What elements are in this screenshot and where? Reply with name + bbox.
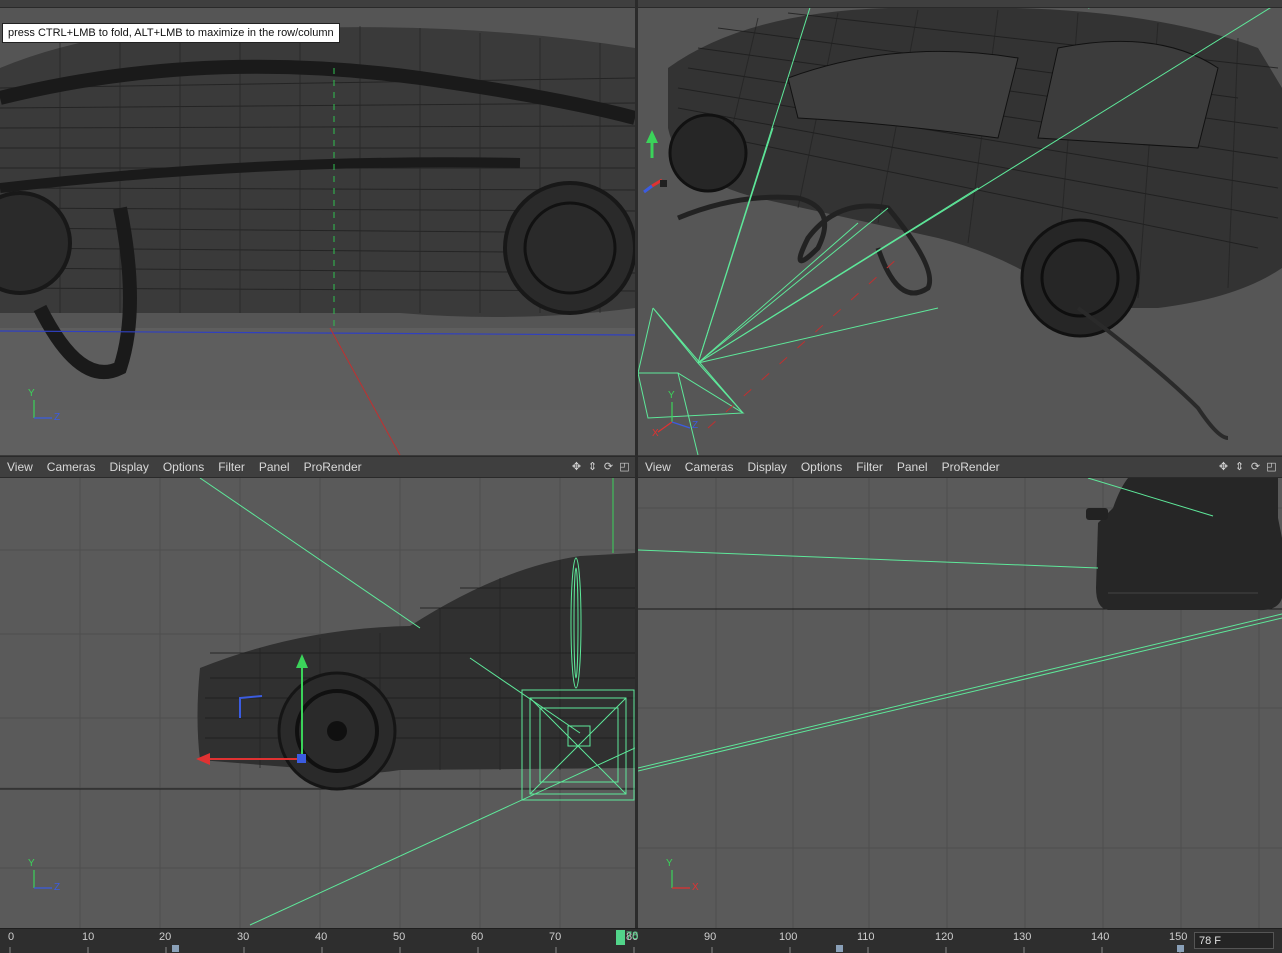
axis-gizmo-bottom-left: Y Z xyxy=(28,858,68,901)
timeline[interactable]: 0 10 20 30 40 50 60 70 80 90 100 110 120… xyxy=(0,928,1282,953)
menu-options[interactable]: Options xyxy=(794,460,849,474)
menubar-bottom-right: View Cameras Display Options Filter Pane… xyxy=(638,456,1282,478)
axis-label-y: Y xyxy=(666,858,673,869)
timeline-current-marker: 78 xyxy=(626,930,639,942)
menu-display[interactable]: Display xyxy=(102,460,155,474)
menu-display[interactable]: Display xyxy=(740,460,793,474)
axis-gizmo-top-right: Y X Z xyxy=(652,390,702,441)
move-icon[interactable]: ✥ xyxy=(570,461,583,474)
axis-label-z: Z xyxy=(54,882,61,893)
menu-panel[interactable]: Panel xyxy=(252,460,297,474)
menu-cameras[interactable]: Cameras xyxy=(678,460,741,474)
rotate-icon[interactable]: ⟳ xyxy=(1249,461,1262,474)
menu-filter[interactable]: Filter xyxy=(211,460,252,474)
axis-label-x: X xyxy=(652,428,659,439)
axis-label-y: Y xyxy=(28,858,35,869)
axis-label-y: Y xyxy=(668,390,675,401)
maximize-icon[interactable]: ◰ xyxy=(618,461,631,474)
menu-panel[interactable]: Panel xyxy=(890,460,935,474)
menubar-bottom-left: View Cameras Display Options Filter Pane… xyxy=(0,456,635,478)
fold-tooltip: press CTRL+LMB to fold, ALT+LMB to maxim… xyxy=(2,23,340,43)
menubar-top-cut xyxy=(0,0,1282,8)
axis-label-z: Z xyxy=(54,412,61,423)
axis-gizmo-top-left: Y Z xyxy=(28,388,68,431)
viewport-bottom-left-scene xyxy=(0,478,635,928)
axis-label-y: Y xyxy=(28,388,35,399)
viewport-top-left-scene xyxy=(0,8,635,455)
viewport-splitter[interactable] xyxy=(635,0,638,928)
move-icon[interactable]: ✥ xyxy=(1217,461,1230,474)
axis-label-x: X xyxy=(692,882,699,893)
scroll-icon[interactable]: ⇕ xyxy=(586,461,599,474)
menu-view[interactable]: View xyxy=(0,460,40,474)
rotate-icon[interactable]: ⟳ xyxy=(602,461,615,474)
scroll-icon[interactable]: ⇕ xyxy=(1233,461,1246,474)
viewport-top-left[interactable]: Y Z xyxy=(0,8,635,455)
menu-cameras[interactable]: Cameras xyxy=(40,460,103,474)
menu-prorender[interactable]: ProRender xyxy=(297,460,369,474)
menu-view[interactable]: View xyxy=(638,460,678,474)
menu-prorender[interactable]: ProRender xyxy=(935,460,1007,474)
axis-label-z: Z xyxy=(692,420,699,431)
timeline-playhead[interactable] xyxy=(616,930,625,945)
viewport-bottom-left[interactable]: Y Z xyxy=(0,478,635,928)
timeline-ruler xyxy=(9,945,1184,953)
menu-options[interactable]: Options xyxy=(156,460,211,474)
menu-filter[interactable]: Filter xyxy=(849,460,890,474)
viewport-top-right-scene xyxy=(638,8,1282,455)
maximize-icon[interactable]: ◰ xyxy=(1265,461,1278,474)
current-frame-field[interactable]: 78 F xyxy=(1194,932,1274,949)
viewport-bottom-right-scene xyxy=(638,478,1282,928)
viewport-bottom-right[interactable]: Y X xyxy=(638,478,1282,928)
viewport-top-right[interactable]: Y X Z xyxy=(638,8,1282,455)
axis-gizmo-bottom-right: Y X xyxy=(666,858,706,901)
